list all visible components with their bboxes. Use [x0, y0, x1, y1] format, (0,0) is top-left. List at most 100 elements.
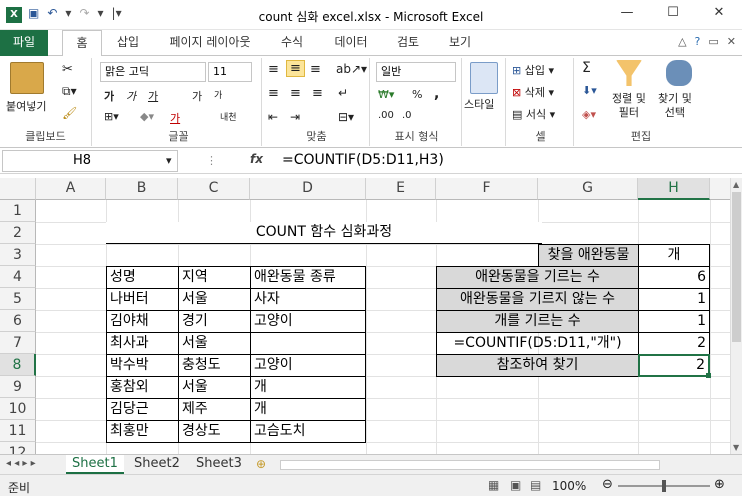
- wrap-text-icon[interactable]: ↵: [338, 86, 348, 100]
- align-right-icon[interactable]: ≡: [312, 86, 323, 101]
- column-header[interactable]: B: [106, 178, 178, 200]
- row-header[interactable]: 10: [0, 398, 36, 420]
- row-header[interactable]: 3: [0, 244, 36, 266]
- styles-button[interactable]: 스타일: [464, 96, 494, 112]
- tab-home[interactable]: 홈: [62, 30, 102, 57]
- sheet-title-cell[interactable]: COUNT 함수 심화과정: [106, 222, 542, 244]
- percent-button[interactable]: %: [412, 88, 422, 101]
- table-cell[interactable]: 홍참외: [106, 376, 179, 399]
- font-name-select[interactable]: 맑은 고딕: [100, 62, 206, 82]
- summary-value-cell[interactable]: 2: [638, 332, 710, 355]
- sheet-tab[interactable]: Sheet1: [66, 455, 124, 474]
- fill-icon[interactable]: ⬇▾: [582, 84, 597, 97]
- formula-input[interactable]: =COUNTIF(D5:D11,H3): [282, 152, 444, 168]
- merge-center-icon[interactable]: ⊟▾: [338, 110, 354, 124]
- table-cell[interactable]: 개: [250, 398, 366, 421]
- table-cell[interactable]: 경기: [178, 310, 251, 333]
- search-label-cell[interactable]: 찾을 애완동물: [538, 244, 639, 267]
- grow-font-button[interactable]: 가: [192, 88, 202, 104]
- row-header[interactable]: 2: [0, 222, 36, 244]
- header-cell[interactable]: 지역: [178, 266, 251, 289]
- font-color-button[interactable]: 가: [170, 110, 180, 126]
- align-left-icon[interactable]: ≡: [268, 86, 279, 101]
- maximize-button[interactable]: ☐: [650, 0, 696, 28]
- search-value-cell[interactable]: 개: [638, 244, 710, 267]
- minimize-button[interactable]: —: [604, 0, 650, 28]
- page-layout-view-icon[interactable]: ▣: [510, 478, 521, 492]
- name-box[interactable]: H8: [2, 150, 178, 172]
- fill-handle[interactable]: [706, 373, 711, 378]
- table-cell[interactable]: 서울: [178, 288, 251, 311]
- column-header[interactable]: G: [538, 178, 638, 200]
- horizontal-scrollbar[interactable]: [280, 460, 660, 470]
- bold-button[interactable]: 가: [104, 88, 114, 104]
- table-cell[interactable]: [250, 332, 366, 355]
- table-cell[interactable]: 고양이: [250, 310, 366, 333]
- decrease-decimal-icon[interactable]: .0: [402, 110, 412, 121]
- column-header[interactable]: A: [36, 178, 106, 200]
- paste-button[interactable]: 붙여넣기: [6, 98, 46, 114]
- summary-label-cell[interactable]: =COUNTIF(D5:D11,"개"): [436, 332, 639, 355]
- table-cell[interactable]: 고양이: [250, 354, 366, 377]
- summary-value-cell[interactable]: 1: [638, 288, 710, 311]
- name-box-dropdown-icon[interactable]: ▾: [166, 154, 172, 167]
- delete-cells-button[interactable]: ⊠ 삭제 ▾: [512, 84, 554, 100]
- table-cell[interactable]: 개: [250, 376, 366, 399]
- row-header[interactable]: 5: [0, 288, 36, 310]
- tab-file[interactable]: 파일: [0, 30, 48, 56]
- font-size-select[interactable]: 11: [208, 62, 252, 82]
- find-select-button[interactable]: 찾기 및 선택: [658, 92, 692, 120]
- scroll-thumb[interactable]: [732, 192, 741, 342]
- select-all-corner[interactable]: [0, 178, 36, 200]
- clear-icon[interactable]: ◈▾: [582, 108, 596, 121]
- column-header[interactable]: D: [250, 178, 366, 200]
- tab-formulas[interactable]: 수식: [272, 30, 312, 56]
- comma-button[interactable]: ,: [434, 86, 439, 102]
- active-cell-h8[interactable]: 2: [638, 354, 710, 377]
- table-cell[interactable]: 서울: [178, 376, 251, 399]
- phonetic-button[interactable]: 내천: [220, 110, 237, 123]
- find-select-icon[interactable]: [666, 60, 692, 86]
- row-header[interactable]: 7: [0, 332, 36, 354]
- table-cell[interactable]: 경상도: [178, 420, 251, 443]
- orientation-icon[interactable]: ab↗▾: [336, 62, 367, 76]
- insert-cells-button[interactable]: ⊞ 삽입 ▾: [512, 62, 554, 78]
- align-middle-icon[interactable]: ≡: [286, 60, 305, 77]
- summary-label-cell[interactable]: 애완동물을 기르지 않는 수: [436, 288, 639, 311]
- column-header[interactable]: F: [436, 178, 538, 200]
- column-header[interactable]: C: [178, 178, 250, 200]
- restore-window-icon[interactable]: ▭: [708, 35, 718, 48]
- sheet-tab[interactable]: Sheet2: [128, 455, 186, 474]
- help-icon[interactable]: ?: [695, 35, 701, 48]
- row-header[interactable]: 6: [0, 310, 36, 332]
- insert-function-icon[interactable]: fx: [250, 152, 263, 166]
- increase-indent-icon[interactable]: ⇥: [290, 110, 300, 124]
- borders-icon[interactable]: ⊞▾: [104, 110, 119, 123]
- header-cell[interactable]: 성명: [106, 266, 179, 289]
- table-cell[interactable]: 나버터: [106, 288, 179, 311]
- accounting-icon[interactable]: ₩▾: [378, 88, 394, 101]
- vertical-scrollbar[interactable]: ▲ ▼: [730, 178, 742, 454]
- summary-label-cell[interactable]: 애완동물을 기르는 수: [436, 266, 639, 289]
- format-cells-button[interactable]: ▤ 서식 ▾: [512, 106, 555, 122]
- sort-filter-icon[interactable]: [616, 60, 642, 86]
- table-cell[interactable]: 최홍만: [106, 420, 179, 443]
- zoom-in-icon[interactable]: ⊕: [714, 477, 725, 492]
- align-center-icon[interactable]: ≡: [290, 86, 301, 101]
- italic-button[interactable]: 가: [126, 88, 136, 104]
- window-close-icon[interactable]: ✕: [727, 35, 736, 48]
- table-cell[interactable]: 고슴도치: [250, 420, 366, 443]
- paste-icon[interactable]: [10, 62, 44, 94]
- shrink-font-button[interactable]: 가: [214, 88, 222, 101]
- styles-icon[interactable]: [470, 62, 498, 94]
- tab-data[interactable]: 데이터: [326, 30, 376, 56]
- increase-decimal-icon[interactable]: .00: [378, 110, 394, 121]
- row-header[interactable]: 8: [0, 354, 36, 376]
- table-cell[interactable]: 서울: [178, 332, 251, 355]
- worksheet-grid[interactable]: A B C D E F G H 1 2 3 4 5 6 7 8 9 10 11 …: [0, 178, 730, 454]
- collapse-ribbon-icon[interactable]: △: [678, 35, 686, 48]
- underline-button[interactable]: 가: [148, 88, 158, 104]
- fill-color-icon[interactable]: ◆▾: [140, 110, 154, 123]
- table-cell[interactable]: 김야채: [106, 310, 179, 333]
- summary-value-cell[interactable]: 6: [638, 266, 710, 289]
